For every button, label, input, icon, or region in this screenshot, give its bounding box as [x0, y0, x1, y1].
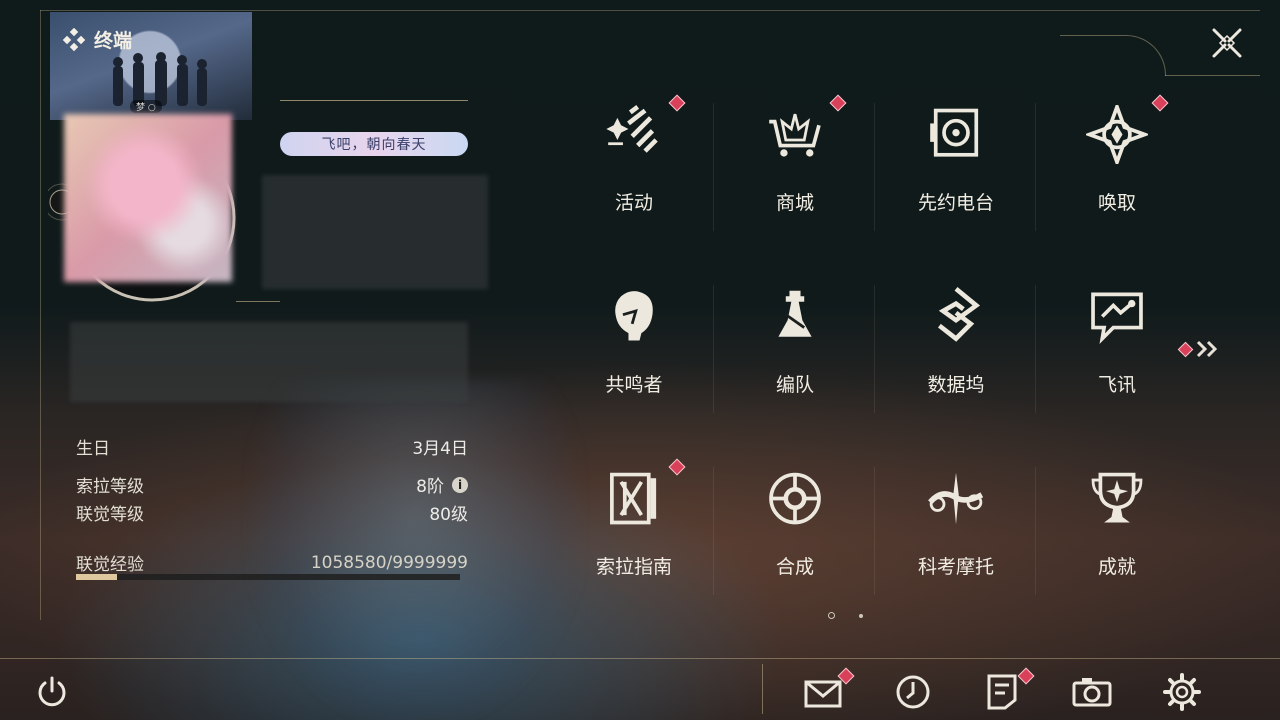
sola-level-row: 索拉等级 8阶 i — [76, 472, 468, 497]
radio-speaker-icon — [930, 108, 979, 157]
camera-icon[interactable] — [1072, 672, 1112, 712]
menu-column-separator — [874, 103, 875, 231]
menu-column-separator — [874, 467, 875, 595]
motorbike-icon — [928, 472, 984, 525]
close-icon[interactable] — [1208, 24, 1246, 62]
clock-icon[interactable] — [893, 672, 933, 712]
notification-badge — [668, 94, 686, 112]
menu-tile-message-chat[interactable]: 飞讯 — [1036, 277, 1198, 397]
frame-top-line — [40, 10, 1260, 11]
banner-caption: 梦 ○ — [130, 100, 162, 113]
menu-tile-label: 活动 — [614, 192, 653, 214]
union-level-label: 联觉等级 — [76, 505, 144, 525]
union-exp-label: 联觉经验 — [76, 555, 144, 575]
menu-tile-label: 唤取 — [1097, 192, 1136, 214]
union-exp-value: 1058580/9999999 — [310, 552, 468, 573]
guidebook-icon — [610, 472, 657, 525]
frame-bottom-line — [0, 658, 1280, 659]
menu-tile-label: 共鸣者 — [605, 374, 663, 396]
player-name-area — [262, 175, 488, 289]
menu-tile-label: 合成 — [775, 556, 814, 578]
notes-icon[interactable] — [983, 672, 1023, 712]
settings-gear-icon[interactable] — [1162, 672, 1202, 712]
mail-icon[interactable] — [804, 672, 844, 712]
page-indicator — [828, 612, 863, 619]
menu-column-separator — [1035, 103, 1036, 231]
frame-corner-line — [1165, 75, 1260, 76]
menu-column-separator — [713, 467, 714, 595]
sola-level-value: 8阶 — [416, 477, 444, 497]
birthday-row: 生日 3月4日 — [76, 434, 468, 459]
menu-tile-resonator-portrait[interactable]: 共鸣者 — [553, 277, 715, 397]
menu-tile-convene-compass[interactable]: 唤取 — [1036, 94, 1198, 215]
menu-tile-label: 商城 — [775, 192, 814, 214]
menu-tile-label: 编队 — [775, 374, 814, 396]
signature-bar[interactable]: 飞吧，朝向春天 — [280, 132, 468, 156]
profile-mid-divider — [236, 301, 280, 302]
bottom-bar-divider — [762, 664, 763, 714]
menu-tile-guidebook[interactable]: 索拉指南 — [553, 458, 715, 579]
sola-level-value-group: 8阶 i — [416, 472, 468, 497]
avatar[interactable] — [64, 114, 232, 282]
menu-tile-event-sparkle[interactable]: 活动 — [553, 94, 715, 215]
team-chess-icon — [778, 290, 812, 337]
notification-badge — [668, 458, 686, 476]
menu-tile-label: 飞讯 — [1097, 374, 1136, 396]
resonator-portrait-icon — [615, 291, 653, 341]
birthday-label: 生日 — [76, 439, 110, 459]
menu-tile-shop-cart[interactable]: 商城 — [714, 94, 876, 215]
menu-column-separator — [1035, 467, 1036, 595]
union-exp-progress-bar — [76, 574, 460, 580]
menu-column-separator — [1035, 285, 1036, 413]
menu-tile-data-bank[interactable]: 数据坞 — [875, 277, 1037, 397]
page-dot-current[interactable] — [828, 612, 835, 619]
menu-tile-team-chess[interactable]: 编队 — [714, 277, 876, 397]
double-chevron-right-icon — [1196, 340, 1218, 358]
menu-tile-label: 科考摩托 — [917, 556, 994, 578]
terminal-header: 终端 — [62, 26, 132, 53]
next-page-badge — [1177, 341, 1194, 357]
message-chat-icon — [1091, 292, 1143, 344]
convene-compass-icon — [1086, 105, 1148, 164]
sola-level-label: 索拉等级 — [76, 477, 144, 497]
page-title: 终端 — [94, 30, 133, 52]
shop-cart-icon — [769, 113, 821, 157]
menu-tile-motorbike[interactable]: 科考摩托 — [875, 459, 1037, 579]
signature-top-divider — [280, 100, 468, 101]
menu-column-separator — [713, 285, 714, 413]
event-sparkle-icon — [606, 105, 658, 153]
birthday-value: 3月4日 — [412, 439, 468, 459]
signature-text: 飞吧，朝向春天 — [321, 137, 427, 153]
menu-tile-label: 索拉指南 — [595, 556, 672, 578]
menu-column-separator — [874, 285, 875, 413]
menu-tile-label: 成就 — [1097, 556, 1136, 578]
union-level-row: 联觉等级 80级 — [76, 500, 468, 525]
menu-tile-radio-speaker[interactable]: 先约电台 — [875, 95, 1037, 215]
menu-tile-achievement-trophy[interactable]: 成就 — [1036, 459, 1198, 579]
next-page-arrow[interactable] — [1177, 340, 1221, 358]
data-bank-icon — [937, 287, 981, 342]
union-exp-progress-fill — [76, 574, 117, 580]
menu-tile-synthesis[interactable]: 合成 — [714, 459, 876, 579]
terminal-diamond-icon — [62, 27, 86, 51]
notification-badge — [829, 94, 847, 112]
notification-badge — [1151, 94, 1169, 112]
menu-column-separator — [713, 103, 714, 231]
player-id-area — [70, 322, 468, 402]
synthesis-icon — [769, 472, 821, 525]
power-icon[interactable] — [34, 674, 70, 710]
union-exp-row: 联觉经验 1058580/9999999 — [76, 550, 468, 576]
union-level-value: 80级 — [429, 505, 468, 525]
menu-tile-label: 先约电台 — [917, 192, 994, 214]
menu-tile-label: 数据坞 — [927, 374, 985, 396]
info-icon[interactable]: i — [452, 476, 468, 493]
page-dot[interactable] — [859, 613, 863, 618]
achievement-trophy-icon — [1091, 472, 1143, 523]
frame-left-line — [40, 10, 41, 620]
